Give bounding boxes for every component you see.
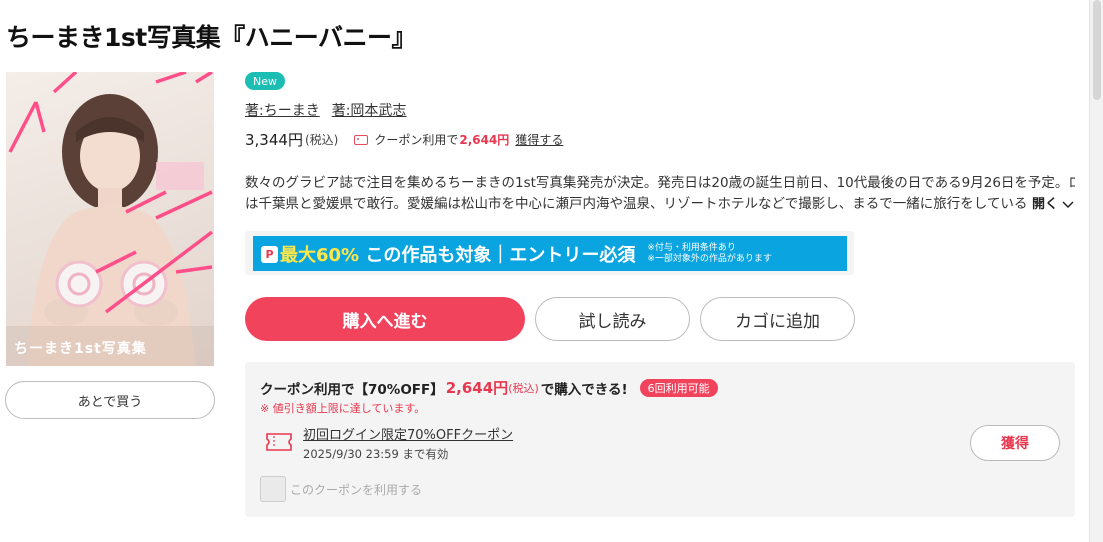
add-to-cart-button[interactable]: カゴに追加: [700, 297, 855, 341]
author-list: 著:ちーまき 著:岡本武志: [245, 100, 406, 120]
product-description: 数々のグラビア誌で注目を集めるちーまきの1st写真集発売が決定。発売日は20歳の…: [245, 173, 1075, 215]
description-line-1: 数々のグラビア誌で注目を集めるちーまきの1st写真集発売が決定。発売日は20歳の…: [245, 175, 1075, 191]
author-link-2[interactable]: 著:岡本武志: [332, 103, 407, 119]
banner-main-text: 最大60% この作品も対象｜エントリー必須: [280, 241, 635, 267]
point-icon: P: [261, 246, 278, 263]
new-badge: New: [245, 72, 285, 90]
scrollbar-thumb[interactable]: [1093, 0, 1101, 100]
author-link-1[interactable]: 著:ちーまき: [245, 103, 320, 119]
coupon-head-suffix: で購入できる!: [540, 381, 628, 398]
description-line-2: は千葉県と愛媛県で敢行。愛媛編は松山市を中心に瀬戸内海や温泉、リゾートホテルなど…: [245, 196, 1028, 212]
banner-note-1: ※付与・利用条件あり: [647, 242, 736, 253]
coupon-panel: クーポン利用で【70%OFF】 2,644円 (税込) で購入できる! 6回利用…: [245, 362, 1075, 517]
use-coupon-label: このクーポンを利用する: [290, 482, 423, 497]
campaign-banner[interactable]: P 最大60% この作品も対象｜エントリー必須 ※付与・利用条件あり ※一部対象…: [253, 236, 847, 271]
coupon-head-tax: (税込): [508, 381, 539, 395]
coupon-ticket-icon: [354, 134, 369, 145]
coupon-head-price: 2,644円: [445, 379, 509, 397]
get-coupon-button[interactable]: 獲得: [970, 425, 1060, 461]
page-scrollbar[interactable]: [1089, 0, 1103, 542]
price-row: 3,344円 (税込) クーポン利用で 2,644円 獲得する: [245, 129, 563, 150]
banner-note-2: ※一部対象外の作品があります: [647, 253, 772, 264]
cover-photo-art: [6, 72, 214, 366]
use-coupon-option: このクーポンを利用する: [260, 476, 422, 502]
product-title: ちーまき1st写真集『ハニーバニー』: [6, 23, 416, 52]
campaign-banner-container: P 最大60% この作品も対象｜エントリー必須 ※付与・利用条件あり ※一部対象…: [245, 231, 854, 275]
coupon-head-prefix: クーポン利用で【70%OFF】: [260, 381, 444, 398]
use-coupon-checkbox[interactable]: [260, 476, 286, 502]
coupon-price: 2,644円: [459, 133, 510, 147]
coupon-headline: クーポン利用で【70%OFF】 2,644円 (税込) で購入できる! 6回利用…: [260, 377, 718, 398]
coupon-warning: ※ 値引き額上限に達しています。: [260, 402, 426, 415]
coupon-name-link[interactable]: 初回ログイン限定70%OFFクーポン: [303, 424, 513, 443]
price-tax-label: (税込): [304, 133, 339, 147]
uses-remaining-badge: 6回利用可能: [639, 378, 718, 397]
expand-label: 開く: [1032, 197, 1059, 212]
cover-image[interactable]: ちーまき1st写真集: [6, 72, 214, 366]
banner-highlight: 最大60%: [280, 244, 360, 266]
expand-description-button[interactable]: 開く: [1032, 194, 1074, 215]
cover-overlay-text: ちーまき1st写真集: [14, 341, 147, 357]
chevron-down-icon: [1062, 200, 1074, 208]
get-coupon-link[interactable]: 獲得する: [515, 131, 563, 148]
price-amount: 3,344円: [245, 131, 303, 149]
coupon-ticket-icon: [266, 433, 292, 451]
purchase-button[interactable]: 購入へ進む: [245, 297, 525, 341]
coupon-expiry: 2025/9/30 23:59 まで有効: [303, 447, 449, 461]
banner-notes: ※付与・利用条件あり ※一部対象外の作品があります: [647, 243, 772, 265]
banner-text: この作品も対象｜エントリー必須: [365, 244, 636, 266]
trial-read-button[interactable]: 試し読み: [535, 297, 690, 341]
coupon-prefix: クーポン利用で: [374, 133, 459, 147]
buy-later-button[interactable]: あとで買う: [5, 381, 215, 419]
